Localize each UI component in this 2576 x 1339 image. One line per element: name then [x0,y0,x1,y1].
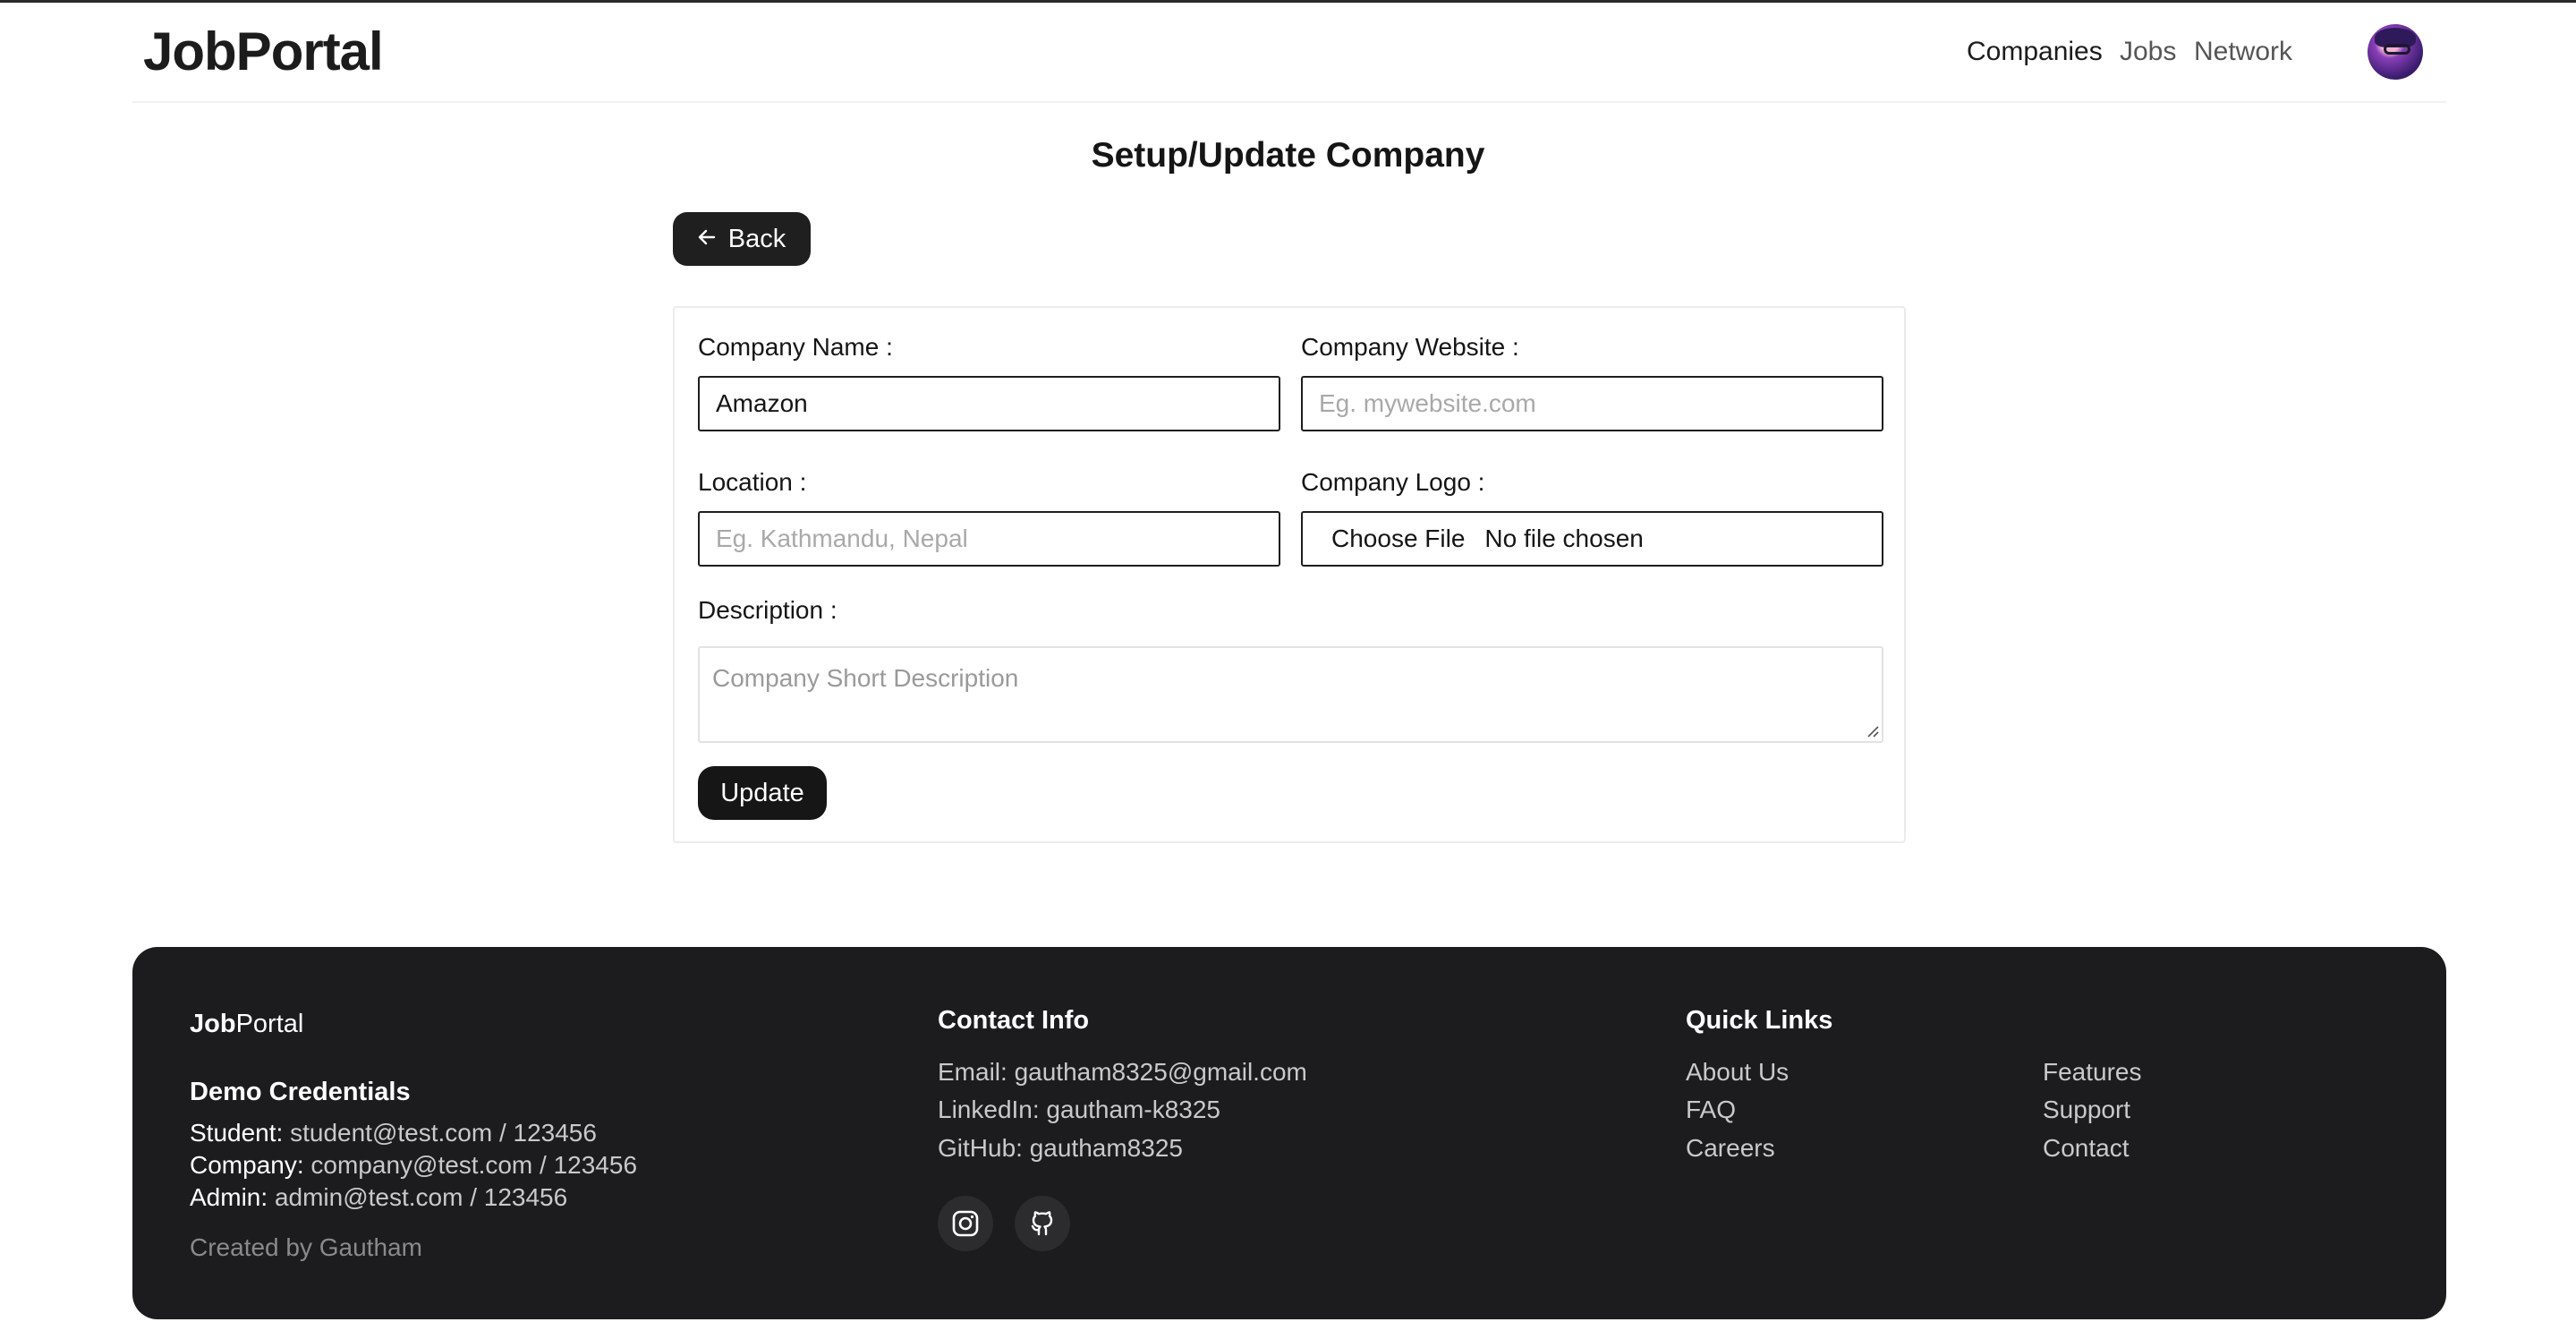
quick-link-careers[interactable]: Careers [1686,1134,1775,1163]
resize-handle-icon[interactable] [1865,723,1879,738]
footer-brand-bold: Job [190,1010,236,1038]
demo-admin-key: Admin: [190,1183,268,1211]
company-name-label: Company Name : [698,333,893,361]
company-website-label: Company Website : [1301,333,1519,361]
demo-student-value: student@test.com / 123456 [290,1119,597,1147]
instagram-icon[interactable] [938,1196,993,1251]
company-form: Company Name : Company Website : Locatio… [673,306,1906,843]
demo-student-line: Student: student@test.com / 123456 [190,1119,597,1147]
demo-company-line: Company: company@test.com / 123456 [190,1151,637,1180]
contact-github: GitHub: gautham8325 [938,1134,1183,1162]
navbar: JobPortal Companies Jobs Network [132,3,2446,103]
quick-link-contact[interactable]: Contact [2043,1134,2130,1163]
demo-admin-value: admin@test.com / 123456 [274,1183,568,1211]
contact-linkedin: LinkedIn: gautham-k8325 [938,1096,1220,1123]
footer-brand-rest: Portal [235,1010,304,1038]
update-button[interactable]: Update [698,766,827,820]
contact-info-heading: Contact Info [938,1006,1090,1035]
company-logo-label: Company Logo : [1301,468,1485,496]
nav-link-companies[interactable]: Companies [1967,37,2103,67]
nav-link-jobs[interactable]: Jobs [2120,37,2176,67]
page-title: Setup/Update Company [1091,136,1485,175]
company-name-input[interactable] [698,376,1280,431]
user-avatar[interactable] [2368,24,2423,80]
quick-links-heading: Quick Links [1686,1006,1833,1035]
back-button-label: Back [727,224,786,253]
nav-links: Companies Jobs Network [132,37,2446,72]
description-label: Description : [698,596,837,624]
back-button[interactable]: Back [673,212,811,266]
location-input[interactable] [698,511,1280,567]
github-icon[interactable] [1015,1196,1070,1251]
description-textarea[interactable] [698,646,1883,743]
demo-company-key: Company: [190,1151,304,1179]
avatar-glasses [2384,44,2410,55]
footer-brand[interactable]: JobPortal [190,1010,303,1039]
choose-file-button[interactable]: Choose File [1331,525,1465,553]
company-logo-file-input[interactable]: Choose File No file chosen [1301,511,1883,567]
created-by: Created by Gautham [190,1233,422,1261]
footer: JobPortal Demo Credentials Student: stud… [132,947,2446,1319]
nav-link-network[interactable]: Network [2194,37,2292,67]
contact-email: Email: gautham8325@gmail.com [938,1058,1307,1086]
demo-admin-line: Admin: admin@test.com / 123456 [190,1183,567,1212]
location-label: Location : [698,468,807,496]
demo-company-value: company@test.com / 123456 [310,1151,638,1179]
quick-link-features[interactable]: Features [2043,1058,2142,1087]
quick-link-about-us[interactable]: About Us [1686,1058,1789,1087]
file-status: No file chosen [1484,525,1644,552]
demo-student-key: Student: [190,1119,284,1147]
company-website-input[interactable] [1301,376,1883,431]
quick-link-faq[interactable]: FAQ [1686,1096,1736,1124]
demo-credentials-heading: Demo Credentials [190,1078,411,1106]
arrow-left-icon [698,228,716,250]
quick-link-support[interactable]: Support [2043,1096,2130,1124]
